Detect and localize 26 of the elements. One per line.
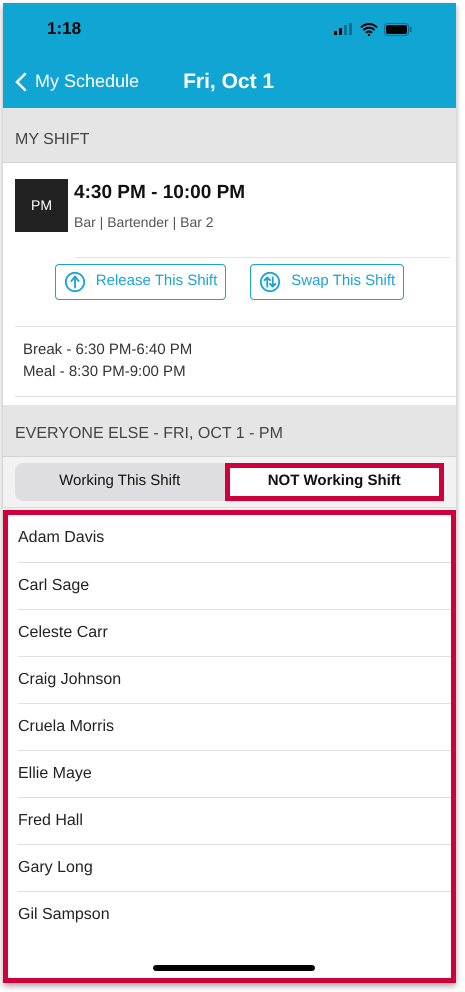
person-row[interactable]: Ellie Maye bbox=[18, 750, 451, 796]
segment-tab[interactable]: Working This Shift bbox=[15, 462, 224, 500]
page-title: Fri, Oct 1 bbox=[183, 68, 274, 95]
person-row[interactable]: Gil Sampson bbox=[18, 890, 451, 938]
break-time: Meal - 8:30 PM-9:00 PM bbox=[23, 362, 187, 382]
section-header: EVERYONE ELSE - FRI, OCT 1 - PM bbox=[3, 404, 456, 456]
signal-icon bbox=[334, 23, 354, 35]
status-time: 1:18 bbox=[47, 18, 82, 40]
swap-arrows-circle-icon bbox=[259, 270, 282, 292]
shift-details: Bar | Bartender | Bar 2 bbox=[74, 212, 215, 232]
person-row[interactable]: Adam Davis bbox=[18, 514, 451, 562]
person-row[interactable]: Fred Hall bbox=[18, 796, 451, 844]
wifi-icon bbox=[360, 22, 378, 36]
person-row[interactable]: Carl Sage bbox=[18, 562, 451, 608]
segment-tab[interactable]: NOT Working Shift bbox=[224, 462, 444, 500]
chevron-left-icon bbox=[15, 72, 27, 92]
battery-icon bbox=[384, 22, 412, 36]
shift-badge: PM bbox=[15, 179, 68, 232]
up-arrow-circle-icon bbox=[64, 270, 86, 292]
shift-time: 4:30 PM - 10:00 PM bbox=[74, 181, 246, 205]
person-row[interactable]: Gary Long bbox=[18, 844, 451, 890]
break-time: Break - 6:30 PM-6:40 PM bbox=[23, 340, 194, 360]
section-header: MY SHIFT bbox=[3, 108, 456, 163]
person-row[interactable]: Cruela Morris bbox=[18, 702, 451, 750]
person-row[interactable]: Celeste Carr bbox=[18, 608, 451, 656]
person-row[interactable]: Craig Johnson bbox=[18, 656, 451, 702]
